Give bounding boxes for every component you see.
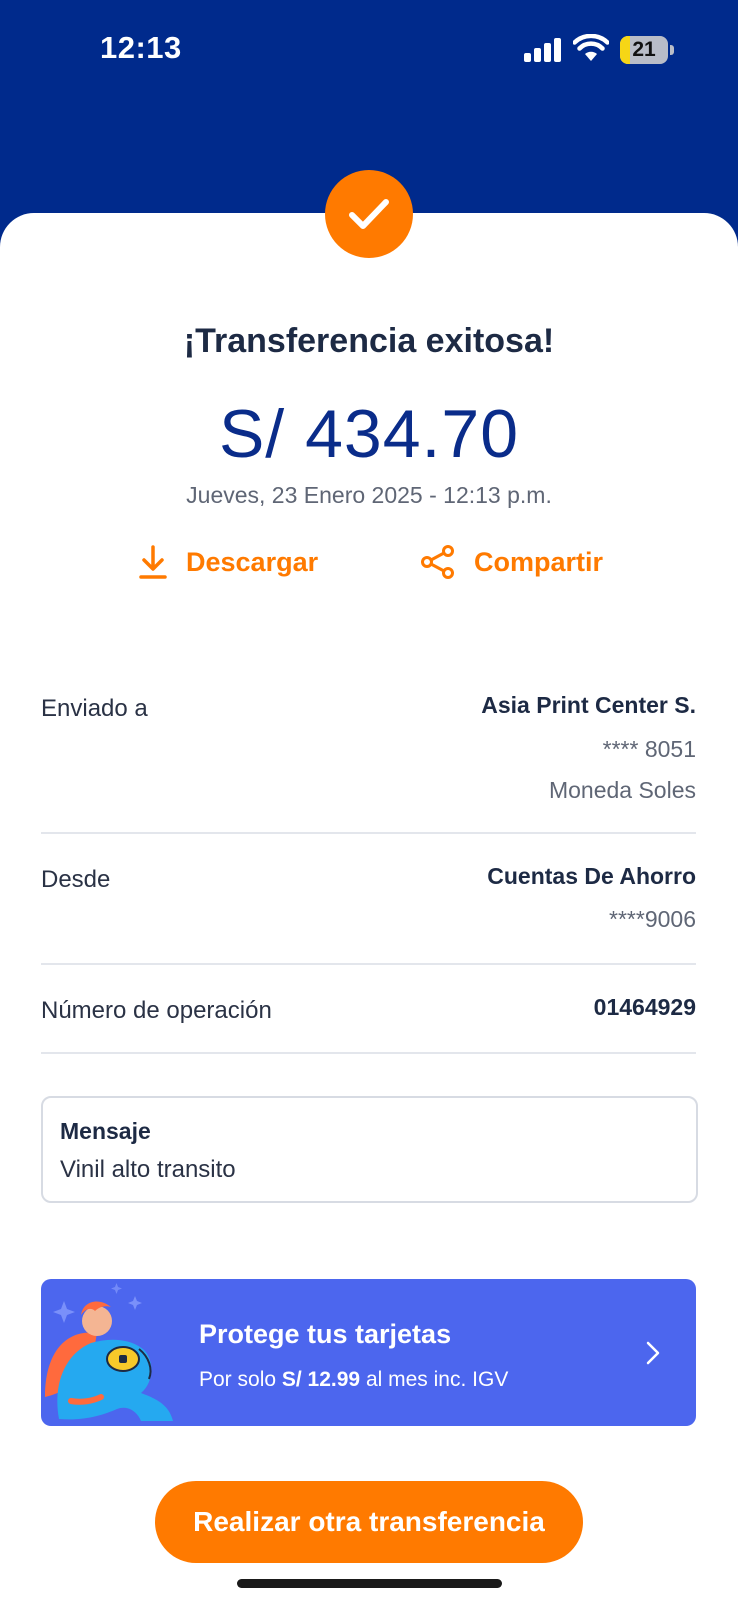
recipient-name: Asia Print Center S. — [481, 692, 696, 718]
download-icon — [139, 545, 167, 579]
battery-percentage: 21 — [632, 38, 656, 61]
share-icon — [421, 545, 454, 579]
download-label: Descargar — [186, 546, 319, 577]
new-transfer-button[interactable]: Realizar otra transferencia — [155, 1481, 583, 1563]
from-label: Desde — [41, 866, 111, 893]
operation-number-label: Número de operación — [41, 997, 272, 1024]
message-text: Vinil alto transito — [60, 1156, 236, 1183]
success-check-icon — [325, 170, 413, 258]
source-account-number: ****9006 — [609, 906, 696, 932]
message-box: Mensaje Vinil alto transito — [41, 1096, 698, 1203]
divider — [41, 1052, 696, 1054]
battery-tip — [670, 45, 674, 55]
success-title: ¡Transferencia exitosa! — [183, 322, 555, 360]
message-label: Mensaje — [60, 1118, 151, 1144]
superhero-illustration — [45, 1283, 173, 1421]
recipient-currency: Moneda Soles — [548, 777, 696, 803]
source-account-name: Cuentas De Ahorro — [487, 863, 696, 889]
promo-text-after: al mes inc. IGV — [360, 1368, 509, 1391]
cellular-signal-icon — [524, 38, 562, 62]
home-indicator — [237, 1579, 502, 1588]
promo-subtitle: Por solo S/ 12.99 al mes inc. IGV — [199, 1368, 508, 1392]
recipient-account: **** 8051 — [602, 736, 696, 762]
promo-price: S/ 12.99 — [281, 1368, 361, 1391]
download-button[interactable]: Descargar — [138, 540, 318, 584]
operation-number-value: 01464929 — [593, 994, 696, 1020]
transfer-amount: S/ 434.70 — [218, 396, 520, 472]
status-bar: 12:13 21 — [0, 0, 738, 100]
transfer-datetime: Jueves, 23 Enero 2025 - 12:13 p.m. — [186, 482, 552, 508]
battery-icon: 21 — [620, 36, 668, 64]
divider — [41, 963, 696, 965]
divider — [41, 832, 696, 834]
promo-text-before: Por solo — [199, 1368, 282, 1391]
share-button[interactable]: Compartir — [420, 540, 603, 584]
promo-banner[interactable]: Protege tus tarjetas Por solo S/ 12.99 a… — [41, 1279, 696, 1426]
chevron-right-icon — [646, 1341, 660, 1365]
sent-to-label: Enviado a — [41, 695, 148, 722]
promo-title: Protege tus tarjetas — [199, 1319, 452, 1349]
share-label: Compartir — [474, 546, 604, 577]
status-time: 12:13 — [100, 30, 182, 65]
wifi-icon — [573, 34, 609, 61]
